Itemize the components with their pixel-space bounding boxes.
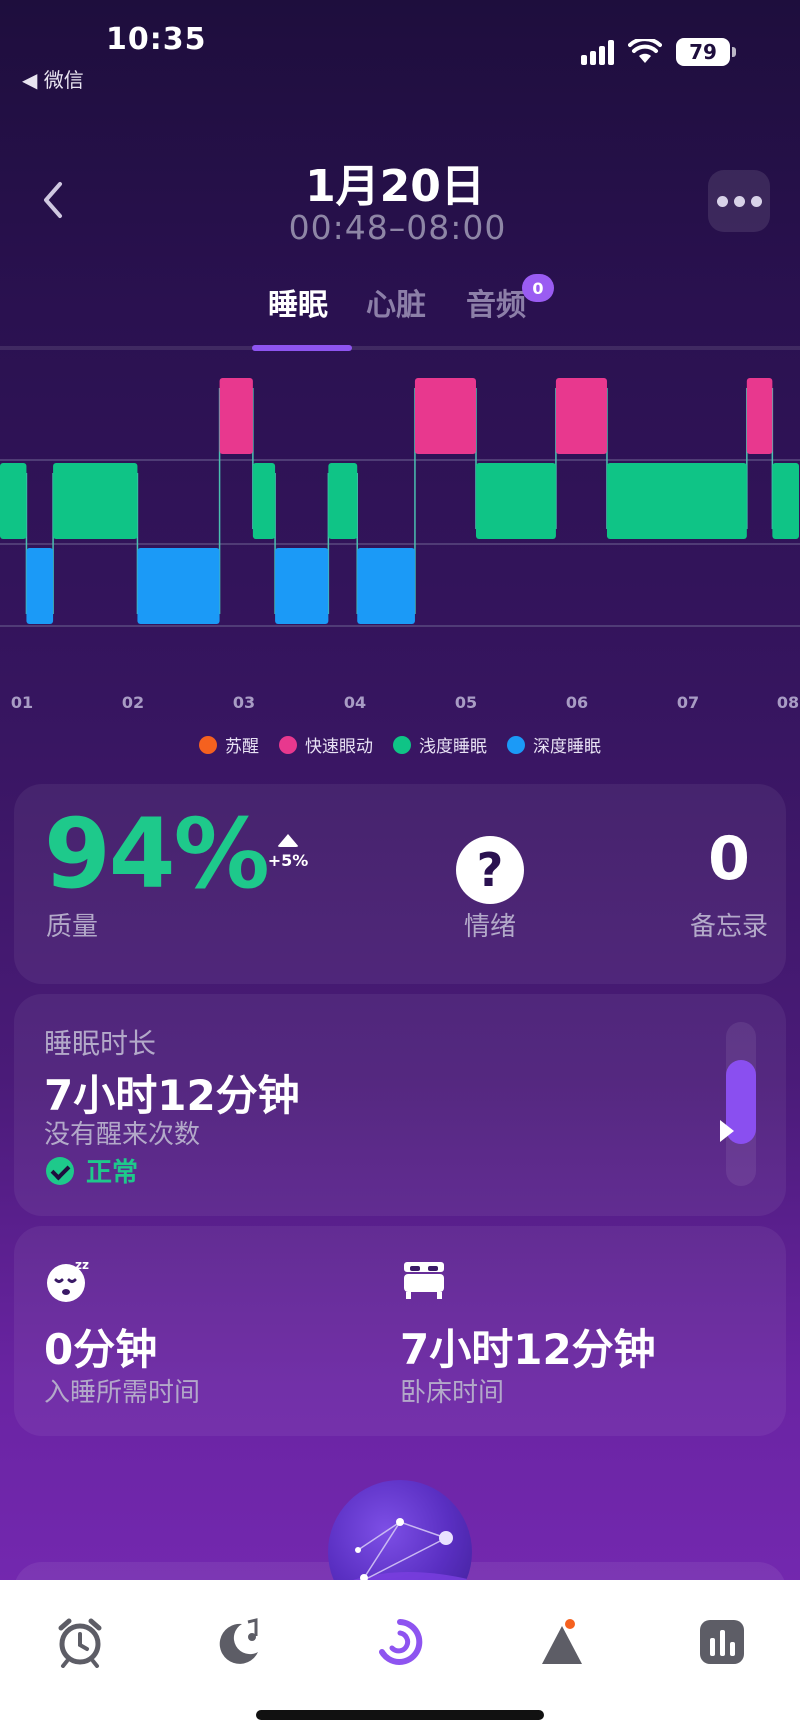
alarm-clock-icon[interactable] [54, 1616, 106, 1668]
status-indicators: 79 [581, 38, 736, 66]
sleep-segment-rem [555, 378, 607, 454]
sleep-segment-rem [414, 378, 476, 454]
time-range: 00:48–08:00 [288, 208, 507, 247]
duration-marker-icon [720, 1120, 734, 1142]
notes-label: 备忘录 [689, 912, 768, 942]
notes-count[interactable]: 0 [694, 824, 764, 894]
sleep-segment-light [0, 463, 27, 539]
duration-label: 睡眠时长 [44, 1027, 157, 1060]
latency-label: 入睡所需时间 [44, 1378, 201, 1408]
sleep-segment-deep [137, 548, 220, 624]
page-title: 1月20日 [305, 161, 485, 212]
sleep-segment-rem [746, 378, 773, 454]
sleepy-face-icon: zz [47, 1258, 89, 1302]
trend-up-icon [277, 834, 299, 847]
check-circle-icon [46, 1156, 74, 1185]
x-tick-label: 02 [122, 693, 144, 712]
legend-dot-icon [199, 735, 217, 754]
legend-dot-icon [507, 735, 525, 754]
sleep-latency-card[interactable]: zz 0分钟 入睡所需时间 7小时12分钟 卧床时间 [14, 1226, 786, 1436]
x-tick-label: 03 [233, 693, 255, 712]
sleep-segment-deep [275, 548, 329, 624]
sleep-segment-deep [26, 548, 54, 624]
x-tick-label: 07 [677, 693, 699, 712]
dot-icon [750, 195, 762, 207]
sleeping-figure-icon[interactable] [536, 1616, 588, 1668]
duration-range-bar [726, 1022, 756, 1186]
latency-value: 0分钟 [44, 1325, 158, 1374]
sleep-stage-chart: 01 02 03 04 05 06 07 08 [0, 378, 800, 712]
quality-card[interactable]: 94% +5% 质量 ? 情绪 0 备忘录 [14, 784, 786, 984]
sleep-segment-light [252, 463, 276, 539]
legend-item-rem: 快速眼动 [279, 732, 373, 757]
quality-value: 94% [44, 798, 270, 910]
x-tick-label: 06 [566, 693, 588, 712]
dot-icon [733, 195, 745, 207]
svg-text:zz: zz [75, 1258, 89, 1272]
legend-dot-icon [393, 735, 411, 754]
legend-item-awake: 苏醒 [199, 732, 259, 757]
mood-question-icon[interactable]: ? [456, 836, 524, 904]
sleep-segment-light [53, 463, 138, 539]
in-bed-value: 7小时12分钟 [400, 1325, 656, 1374]
legend-label: 快速眼动 [305, 737, 373, 757]
cellular-signal-icon [581, 39, 614, 65]
sleep-duration-card[interactable]: 睡眠时长 7小时12分钟 没有醒来次数 正常 [14, 994, 786, 1216]
sleep-segment-light [328, 463, 358, 539]
quality-label: 质量 [46, 912, 99, 942]
tab-heart[interactable]: 心脏 [366, 280, 426, 324]
quality-trend: +5% [258, 834, 318, 870]
tab-track [0, 346, 800, 350]
x-tick-label: 04 [344, 693, 366, 712]
battery-indicator: 79 [676, 38, 736, 66]
legend-item-deep: 深度睡眠 [507, 732, 601, 757]
sleep-segment-light [606, 463, 747, 539]
statistics-icon[interactable] [696, 1616, 748, 1668]
tab-audio[interactable]: 音频 [466, 280, 526, 324]
active-tab-indicator [252, 345, 352, 351]
wifi-icon [628, 39, 662, 63]
duration-status: 正常 [46, 1152, 138, 1189]
bottom-tab-bar [0, 1580, 800, 1734]
legend-item-light: 浅度睡眠 [393, 732, 487, 757]
x-tick-label: 05 [455, 693, 477, 712]
tab-sleep[interactable]: 睡眠 [268, 280, 328, 324]
wake-count-text: 没有醒来次数 [44, 1120, 201, 1150]
legend-label: 苏醒 [225, 737, 259, 757]
x-tick-label: 01 [11, 693, 33, 712]
dot-icon [716, 195, 728, 207]
audio-badge: 0 [522, 274, 554, 302]
sleep-segment-rem [219, 378, 253, 454]
moon-music-icon[interactable] [212, 1616, 264, 1668]
sleep-cycle-icon[interactable] [374, 1616, 426, 1668]
x-tick-label: 08 [777, 693, 799, 712]
status-time: 10:35 [106, 22, 207, 57]
sleep-segment-light [475, 463, 556, 539]
legend-label: 浅度睡眠 [419, 737, 487, 757]
chart-legend: 苏醒 快速眼动 浅度睡眠 深度睡眠 [0, 732, 800, 757]
mood-label: 情绪 [463, 912, 516, 942]
tab-bar-top: 睡眠 心脏 音频 0 [0, 274, 800, 351]
legend-dot-icon [279, 735, 297, 754]
home-indicator[interactable] [256, 1710, 544, 1720]
more-options-button[interactable] [708, 170, 770, 232]
trend-value: +5% [267, 851, 309, 870]
legend-label: 深度睡眠 [533, 737, 601, 757]
sleep-segment-deep [357, 548, 415, 624]
in-bed-label: 卧床时间 [400, 1378, 505, 1408]
status-text: 正常 [86, 1158, 139, 1188]
sleep-segment-light [772, 463, 799, 539]
bed-icon [404, 1262, 444, 1299]
back-to-app-link[interactable]: ◀ 微信 [22, 64, 84, 93]
